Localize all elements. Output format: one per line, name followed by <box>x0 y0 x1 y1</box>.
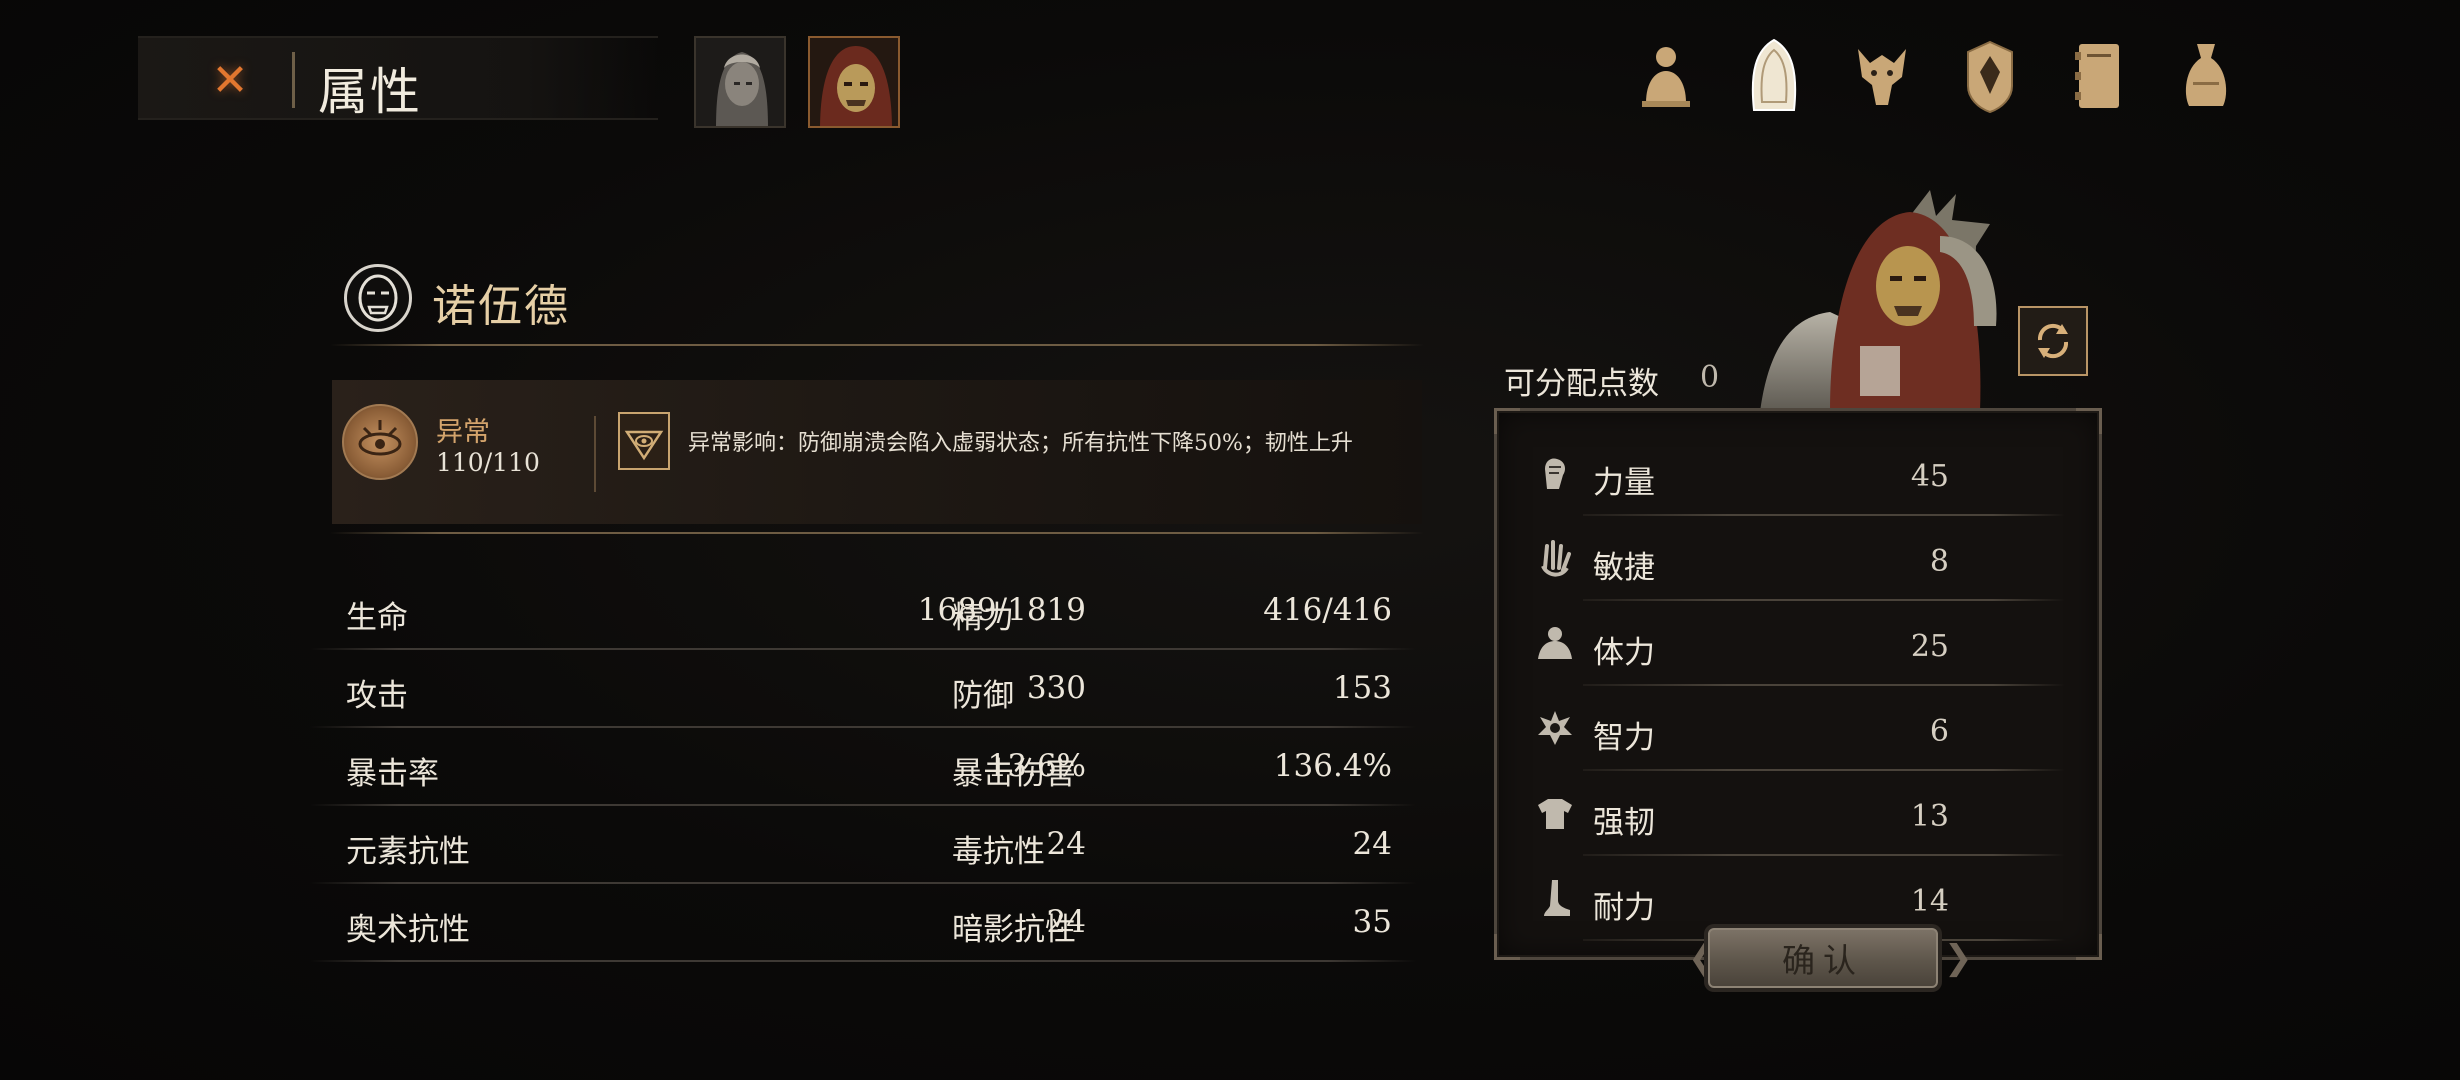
status-separator <box>594 416 596 492</box>
stat-label: 暗影抗性 <box>952 912 1076 948</box>
nav-skills-button[interactable] <box>1850 34 1914 118</box>
stat-value: 35 <box>1352 904 1392 940</box>
attribute-value: 8 <box>1929 544 1949 579</box>
attribute-value: 25 <box>1910 629 1949 664</box>
endurance-icon <box>1535 878 1575 918</box>
character-emblem <box>344 264 412 332</box>
stat-label: 精力 <box>952 600 1014 636</box>
page-title: 属性 <box>318 63 422 121</box>
emblem-shield-icon <box>1967 40 2013 114</box>
divider-line <box>330 532 1424 534</box>
stat-label: 毒抗性 <box>952 834 1045 870</box>
attribute-label: 体力 <box>1593 635 1655 671</box>
intelligence-icon <box>1535 708 1575 748</box>
stat-label: 元素抗性 <box>346 834 470 870</box>
panel-corner <box>2076 408 2102 434</box>
portrait-hero-button[interactable] <box>694 36 786 128</box>
status-name: 异常 <box>436 417 490 448</box>
beast-skull-icon <box>1858 49 1906 105</box>
stat-value: 24 <box>1352 826 1392 862</box>
portrait-norwood-button[interactable] <box>808 36 900 128</box>
nav-attributes-button[interactable] <box>1742 34 1806 118</box>
stat-row: 奥术抗性 24 暗影抗性 35 <box>310 884 1416 962</box>
stat-value: 136.4% <box>1273 748 1392 784</box>
attribute-row-stamina[interactable]: 体力 25 <box>1535 601 2065 686</box>
available-points-label: 可分配点数 <box>1504 366 1659 402</box>
toughness-icon <box>1535 793 1575 833</box>
stat-label: 奥术抗性 <box>346 912 470 948</box>
available-points-value: 0 <box>1700 360 1720 395</box>
attribute-value: 6 <box>1929 714 1949 749</box>
eye-sigil-icon <box>358 420 402 456</box>
stat-row: 攻击 330 防御 153 <box>310 650 1416 728</box>
stat-label: 攻击 <box>346 678 408 714</box>
status-effect-icon <box>618 412 670 470</box>
attribute-value: 13 <box>1910 799 1949 834</box>
row-divider <box>310 960 1416 962</box>
nav-faction-button[interactable] <box>1958 34 2022 118</box>
attribute-row-strength[interactable]: 力量 45 <box>1535 431 2065 516</box>
stat-value: 153 <box>1332 670 1392 706</box>
attribute-label: 力量 <box>1593 465 1655 501</box>
eye-rune-icon <box>624 430 664 461</box>
title-divider <box>292 52 295 108</box>
close-button[interactable]: ✕ <box>206 54 254 106</box>
strength-icon <box>1535 453 1575 493</box>
attribute-row-toughness[interactable]: 强韧 13 <box>1535 771 2065 856</box>
panel-corner <box>1494 408 1520 434</box>
hero-portrait-icon <box>696 38 784 126</box>
stat-row: 暴击率 13.6% 暴击伤害 136.4% <box>310 728 1416 806</box>
status-count: 110/110 <box>436 448 540 477</box>
reset-points-button[interactable] <box>2018 306 2088 376</box>
attribute-row-agility[interactable]: 敏捷 8 <box>1535 516 2065 601</box>
attribute-label: 敏捷 <box>1593 550 1655 586</box>
abnormal-status-icon <box>342 404 418 480</box>
nav-character-button[interactable] <box>1634 34 1698 118</box>
close-icon: ✕ <box>211 54 249 106</box>
button-ornament-right: ❯ <box>1944 938 1973 978</box>
norwood-portrait-icon <box>810 38 898 126</box>
refresh-icon <box>2037 323 2069 359</box>
agility-icon <box>1535 538 1575 578</box>
panel-corner <box>1494 934 1520 960</box>
companion-portrait-art <box>1760 190 1997 412</box>
stat-label: 暴击伤害 <box>952 756 1076 792</box>
attribute-row-intelligence[interactable]: 智力 6 <box>1535 686 2065 771</box>
attribute-label: 智力 <box>1593 720 1655 756</box>
attribute-value: 45 <box>1910 459 1949 494</box>
attribute-label: 强韧 <box>1593 805 1655 841</box>
stamina-icon <box>1535 623 1575 663</box>
attribute-label: 耐力 <box>1593 890 1655 926</box>
stat-row: 生命 1689/1819 精力 416/416 <box>310 572 1416 650</box>
panel-corner <box>2076 934 2102 960</box>
stat-value: 416/416 <box>1263 592 1392 628</box>
character-name: 诺伍德 <box>432 281 570 332</box>
divider-line <box>330 344 1424 346</box>
money-bag-icon <box>2185 44 2227 106</box>
attribute-value: 14 <box>1910 884 1949 919</box>
stat-row: 元素抗性 24 毒抗性 24 <box>310 806 1416 884</box>
nav-inventory-button[interactable] <box>2174 34 2238 118</box>
confirm-button[interactable]: 确认 <box>1708 928 1938 988</box>
tower-shield-icon <box>1751 38 1797 111</box>
character-bust-icon <box>1642 47 1690 107</box>
top-bar: ✕ 属性 <box>138 36 658 121</box>
mask-icon <box>358 274 398 322</box>
attribute-panel: 力量 45 敏捷 8 体力 25 智力 6 强韧 13 耐力 14 <box>1494 408 2102 960</box>
stat-label: 生命 <box>346 600 408 636</box>
nav-journal-button[interactable] <box>2066 34 2130 118</box>
stat-label: 防御 <box>952 678 1014 714</box>
status-description: 异常影响：防御崩溃会陷入虚弱状态；所有抗性下降50%；韧性上升 <box>688 431 1353 456</box>
stat-label: 暴击率 <box>346 756 439 792</box>
status-panel: 异常 110/110 异常影响：防御崩溃会陷入虚弱状态；所有抗性下降50%；韧性… <box>332 380 1422 524</box>
journal-book-icon <box>2075 44 2119 108</box>
